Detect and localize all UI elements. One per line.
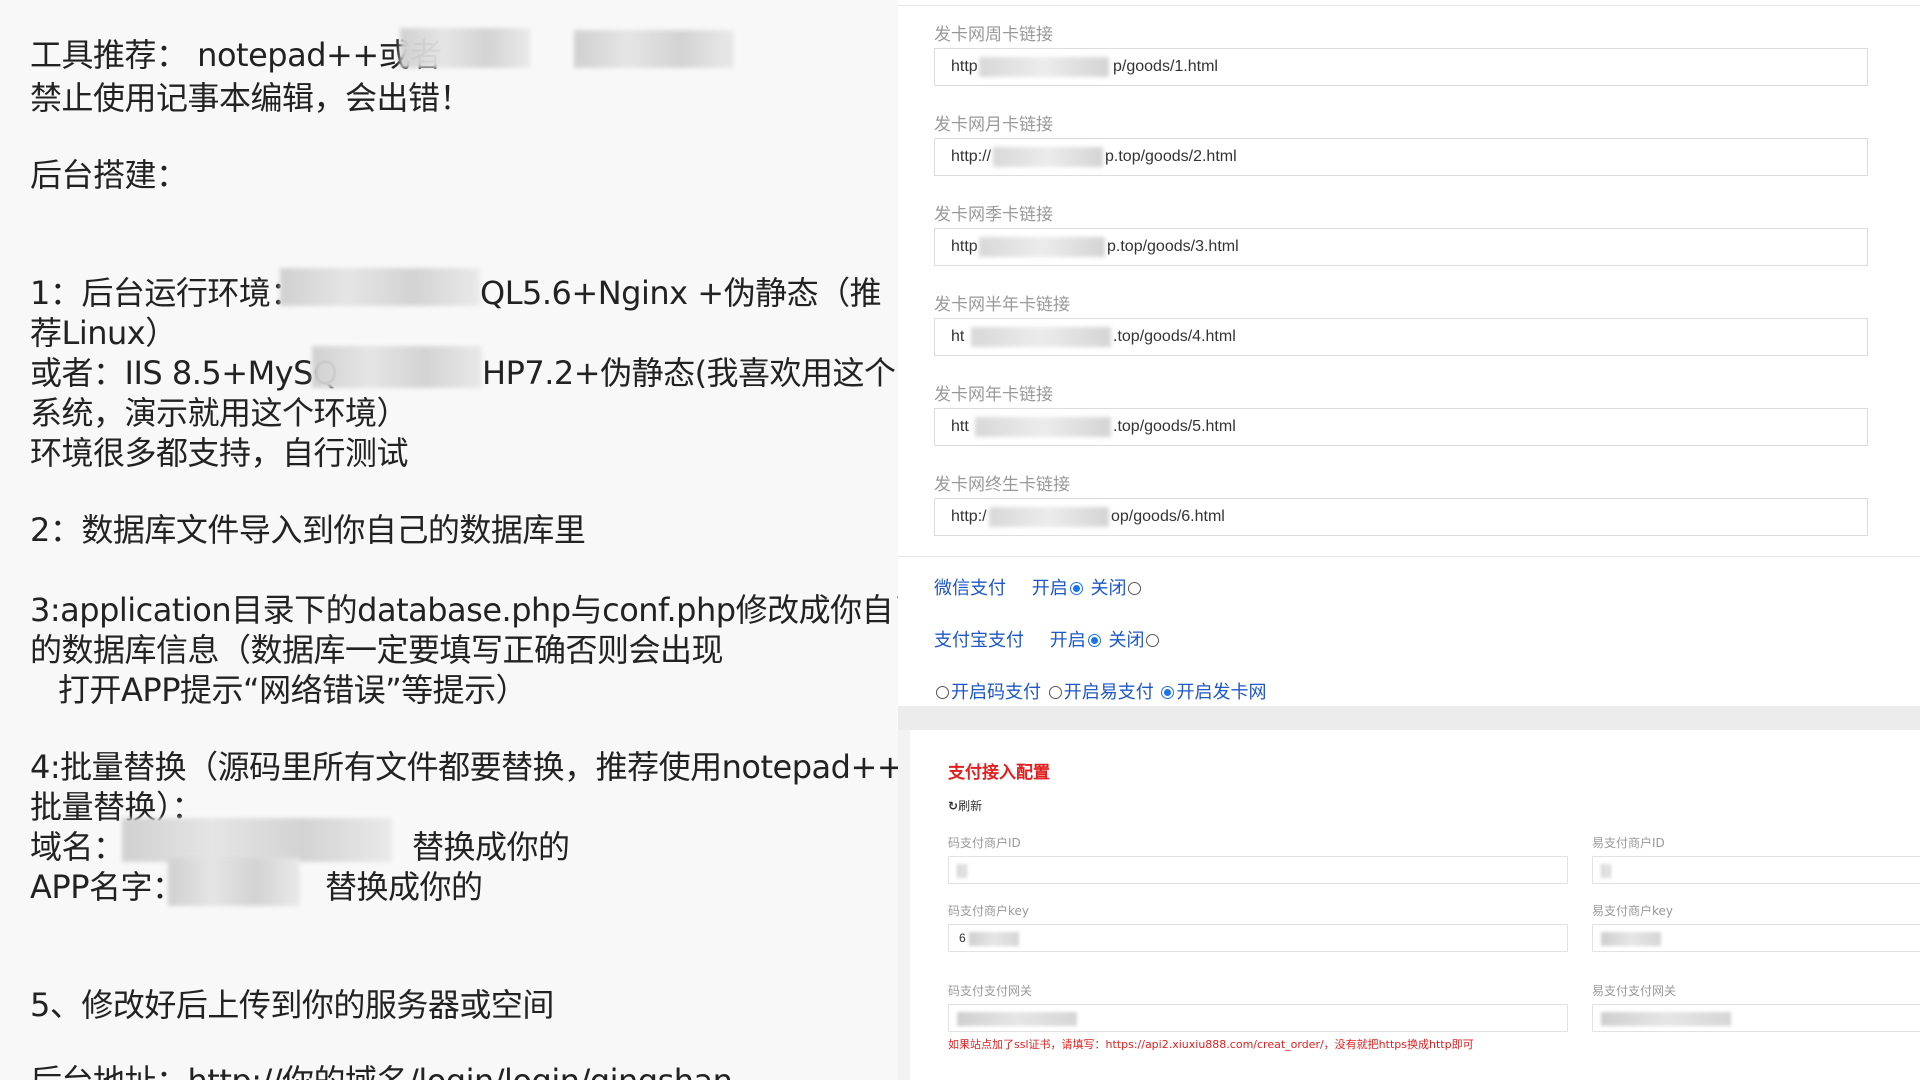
code-pay-label: 开启码支付 — [951, 682, 1041, 703]
divider — [898, 5, 1920, 6]
code-pay-key-label: 码支付商户key — [948, 904, 1030, 918]
card-link-settings: 发卡网周卡链接 http p/goods/1.html 发卡网月卡链接 http… — [898, 0, 1920, 706]
lifetime-card-link-input[interactable]: http:/ op/goods/6.html — [934, 498, 1868, 536]
redaction-blur — [1601, 932, 1661, 946]
refresh-icon: ↻ — [948, 799, 959, 813]
redaction-blur — [979, 57, 1109, 77]
instruction-line: 后台搭建： — [30, 156, 188, 194]
link-prefix: http:// — [951, 148, 992, 165]
card-site-radio[interactable] — [1161, 686, 1175, 699]
redaction-blur — [280, 268, 480, 306]
divider — [898, 556, 1920, 557]
wechat-on-label: 开启 — [1031, 578, 1068, 599]
link-suffix: p/goods/1.html — [1113, 58, 1218, 75]
easy-pay-gateway-label: 易支付支付网关 — [1592, 984, 1677, 998]
link-prefix: http:/ — [951, 508, 987, 525]
redaction-blur — [312, 346, 482, 388]
instruction-line: HP7.2+伪静态(我喜欢用这个 — [482, 354, 896, 392]
link-suffix: op/goods/6.html — [1111, 508, 1225, 525]
ssl-tip: 如果站点加了ssl证书，请填写：https://api2.xiuxiu888.c… — [948, 1038, 1474, 1051]
wechat-pay-label: 微信支付 — [934, 578, 1006, 599]
redaction-blur — [1601, 864, 1611, 878]
monthly-card-label: 发卡网月卡链接 — [934, 115, 1053, 135]
link-suffix: .top/goods/5.html — [1113, 418, 1236, 435]
redaction-blur — [989, 507, 1109, 527]
weekly-card-link-input[interactable]: http p/goods/1.html — [934, 48, 1868, 86]
alipay-on-radio[interactable] — [1087, 634, 1101, 647]
wechat-pay-row: 微信支付 开启 关闭 — [934, 574, 1143, 600]
link-suffix: p.top/goods/3.html — [1107, 238, 1239, 255]
instruction-line: 环境很多都支持，自行测试 — [30, 434, 409, 472]
redaction-blur — [957, 1012, 1077, 1026]
instruction-line: 后台地址：http://你的域名/login/login/qingshan — [30, 1056, 733, 1080]
weekly-card-label: 发卡网周卡链接 — [934, 25, 1053, 45]
instruction-line: 2：数据库文件导入到你自己的数据库里 — [30, 511, 586, 549]
instruction-line: 替换成你的 — [325, 868, 483, 906]
code-pay-gateway-input[interactable] — [948, 1004, 1568, 1032]
payment-config-panel: 支付接入配置 ↻刷新 码支付商户ID 码支付商户key 6 码支付支付网关 易支… — [898, 730, 1920, 1080]
half-year-card-label: 发卡网半年卡链接 — [934, 295, 1070, 315]
easy-pay-merchant-id-label: 易支付商户ID — [1592, 836, 1665, 850]
easy-pay-gateway-input[interactable] — [1592, 1004, 1920, 1032]
redaction-blur — [979, 237, 1105, 257]
wechat-off-radio[interactable] — [1128, 582, 1142, 595]
quarterly-card-link-input[interactable]: http p.top/goods/3.html — [934, 228, 1868, 266]
code-pay-merchant-id-input[interactable] — [948, 856, 1568, 884]
wechat-on-radio[interactable] — [1069, 582, 1083, 595]
redaction-blur — [574, 30, 734, 68]
link-prefix: htt — [951, 418, 969, 435]
refresh-label: 刷新 — [958, 799, 983, 813]
easy-pay-label: 开启易支付 — [1063, 682, 1154, 703]
instruction-line: 打开APP提示“网络错误”等提示） — [58, 671, 528, 709]
redaction-blur — [957, 864, 967, 878]
code-pay-merchant-id-label: 码支付商户ID — [948, 836, 1021, 850]
easy-pay-key-label: 易支付商户key — [1592, 904, 1674, 918]
yearly-card-label: 发卡网年卡链接 — [934, 385, 1053, 405]
instructions-panel: 工具推荐： notepad++或者 禁止使用记事本编辑，会出错！ 后台搭建： 1… — [0, 0, 898, 1080]
refresh-button[interactable]: ↻刷新 — [948, 797, 982, 814]
instruction-line: 5、修改好后上传到你的服务器或空间 — [30, 986, 554, 1024]
easy-pay-radio[interactable] — [1048, 686, 1062, 699]
panel-gap — [898, 706, 1920, 730]
redaction-blur — [122, 818, 392, 862]
alipay-off-radio[interactable] — [1146, 634, 1160, 647]
panel-title: 支付接入配置 — [948, 763, 1050, 783]
alipay-on-label: 开启 — [1049, 630, 1086, 651]
link-prefix: ht — [951, 328, 965, 345]
half-year-card-link-input[interactable]: ht .top/goods/4.html — [934, 318, 1868, 356]
redaction-blur — [969, 932, 1019, 946]
alipay-label: 支付宝支付 — [934, 630, 1024, 651]
link-prefix: http — [951, 238, 978, 255]
redaction-blur — [971, 327, 1111, 347]
alipay-off-label: 关闭 — [1108, 630, 1145, 651]
link-suffix: .top/goods/4.html — [1113, 328, 1236, 345]
link-suffix: p.top/goods/2.html — [1105, 148, 1237, 165]
easy-pay-key-input[interactable] — [1592, 924, 1920, 952]
redaction-blur — [168, 858, 300, 906]
redaction-blur — [400, 28, 530, 68]
card-site-label: 开启发卡网 — [1176, 682, 1267, 703]
instruction-line: QL5.6+Nginx +伪静态（推 — [480, 274, 882, 312]
instruction-line: 工具推荐： notepad++或者 — [30, 36, 442, 74]
lifetime-card-label: 发卡网终生卡链接 — [934, 475, 1070, 495]
alipay-row: 支付宝支付 开启 关闭 — [934, 626, 1161, 652]
redaction-blur — [993, 147, 1103, 167]
code-pay-key-input[interactable]: 6 — [948, 924, 1568, 952]
link-prefix: http — [951, 58, 978, 75]
quarterly-card-label: 发卡网季卡链接 — [934, 205, 1053, 225]
instruction-line: APP名字： — [30, 868, 184, 906]
field-value: 6 — [959, 931, 966, 945]
instruction-line: 禁止使用记事本编辑，会出错！ — [30, 79, 472, 117]
easy-pay-merchant-id-input[interactable] — [1592, 856, 1920, 884]
code-pay-radio[interactable] — [936, 686, 949, 699]
yearly-card-link-input[interactable]: htt .top/goods/5.html — [934, 408, 1868, 446]
payment-mode-row: 开启码支付 开启易支付 开启发卡网 — [934, 678, 1266, 704]
redaction-blur — [1601, 1012, 1731, 1026]
code-pay-gateway-label: 码支付支付网关 — [948, 984, 1033, 998]
redaction-blur — [975, 417, 1111, 437]
monthly-card-link-input[interactable]: http:// p.top/goods/2.html — [934, 138, 1868, 176]
wechat-off-label: 关闭 — [1090, 578, 1127, 599]
